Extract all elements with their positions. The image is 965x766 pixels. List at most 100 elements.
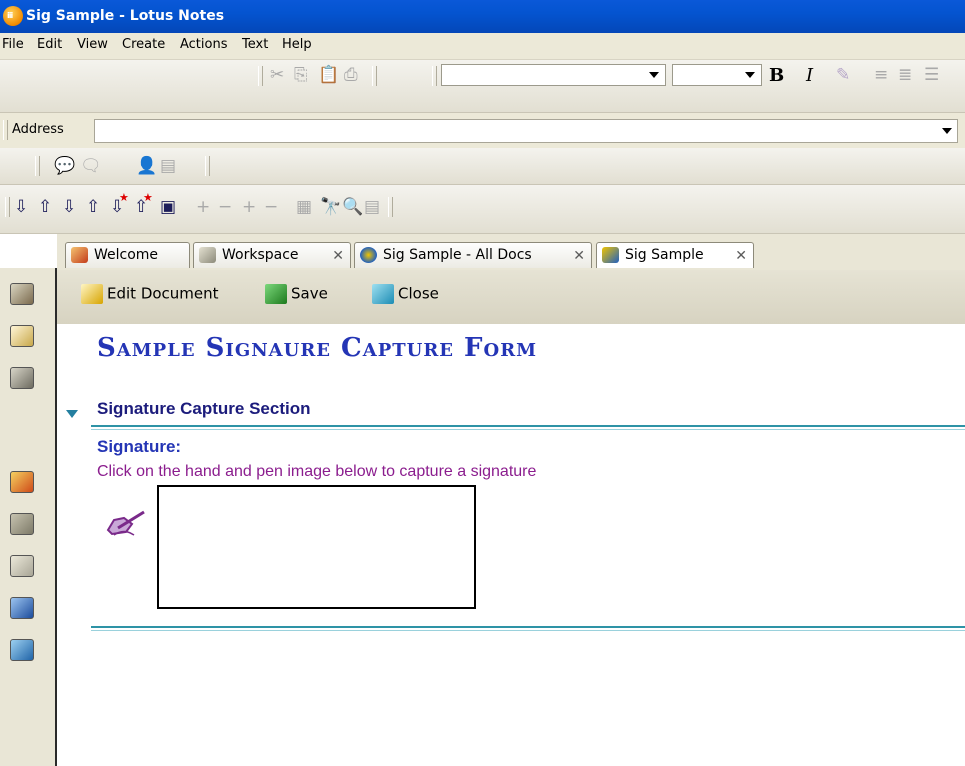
title-bar: iii Sig Sample - Lotus Notes <box>0 0 965 33</box>
paste-icon[interactable]: 📋 <box>318 65 339 85</box>
previous-main-icon[interactable]: ⇧ <box>38 197 52 217</box>
address-bar: Address <box>0 113 965 148</box>
close-button[interactable]: Close <box>372 284 439 304</box>
signature-capture-box[interactable] <box>157 485 476 609</box>
tab-welcome[interactable]: Welcome <box>65 242 190 268</box>
menu-file[interactable]: File <box>2 37 24 52</box>
close-book-icon <box>372 284 394 304</box>
comment-icon[interactable]: 💬 <box>54 156 75 176</box>
unread-star-icon: ★ <box>119 191 129 204</box>
section-title[interactable]: Signature Capture Section <box>97 399 310 419</box>
document-icon <box>602 247 619 263</box>
font-select[interactable] <box>441 64 666 86</box>
menu-actions[interactable]: Actions <box>180 37 228 52</box>
section-rule <box>91 425 965 427</box>
close-icon[interactable]: ✕ <box>332 244 344 268</box>
unread-star-icon: ★ <box>143 191 153 204</box>
bookmark-bar <box>0 268 57 766</box>
menu-help[interactable]: Help <box>282 37 312 52</box>
edit-icon <box>81 284 103 304</box>
edit-document-button[interactable]: Edit Document <box>81 284 219 304</box>
format-toolbar: ✂ ⎘ 📋 ⎙ B I ✎ ≡ ≣ ☰ <box>0 60 965 113</box>
align-left-icon[interactable]: ≡ <box>874 65 888 85</box>
toolbar-grip[interactable] <box>432 66 437 86</box>
tab-label: Sig Sample - All Docs <box>383 247 532 263</box>
address-input[interactable] <box>94 119 958 143</box>
parent-doc-icon[interactable]: ▣ <box>160 197 176 217</box>
signature-help-text: Click on the hand and pen image below to… <box>97 463 537 480</box>
bookmark-databases-icon[interactable] <box>8 364 38 392</box>
home-icon <box>71 247 88 263</box>
toolbar-grip[interactable] <box>205 156 210 176</box>
tab-sig-sample-all-docs[interactable]: Sig Sample - All Docs ✕ <box>354 242 592 268</box>
italic-button[interactable]: I <box>806 65 813 86</box>
save-icon <box>265 284 287 304</box>
section-end-rule <box>91 630 965 631</box>
section-rule <box>91 429 965 430</box>
tab-strip: Welcome Workspace ✕ Sig Sample - All Doc… <box>57 234 965 270</box>
copy-icon[interactable]: ⎘ <box>294 65 308 85</box>
menu-edit[interactable]: Edit <box>37 37 62 52</box>
search-icon[interactable]: 🔍 <box>342 197 363 217</box>
menu-create[interactable]: Create <box>122 37 165 52</box>
toolbar-grip[interactable] <box>3 120 8 140</box>
signature-label: Signature: <box>97 437 182 456</box>
bold-button[interactable]: B <box>769 65 784 86</box>
font-size-select[interactable] <box>672 64 762 86</box>
address-label: Address <box>12 122 64 137</box>
window-title: Sig Sample - Lotus Notes <box>26 8 225 24</box>
bookmark-replicator-icon[interactable] <box>8 594 38 622</box>
highlight-pen-icon[interactable]: ✎ <box>836 65 850 85</box>
next-icon[interactable]: ⇩ <box>62 197 76 217</box>
edit-document-label: Edit Document <box>107 284 219 303</box>
align-center-icon[interactable]: ≣ <box>898 65 912 85</box>
bookmark-internet-icon[interactable] <box>8 636 38 664</box>
expand-icon[interactable]: + <box>196 197 210 217</box>
chevron-down-icon[interactable] <box>942 128 952 134</box>
expand-all-icon[interactable]: + <box>242 197 256 217</box>
properties-icon[interactable]: ▤ <box>364 197 380 217</box>
toolbar-grip[interactable] <box>35 156 40 176</box>
chevron-down-icon <box>745 72 755 78</box>
menu-bar: File Edit View Create Actions Text Help <box>0 33 965 60</box>
section-end-rule <box>91 626 965 628</box>
paste-special-icon[interactable]: ⎙ <box>344 65 358 85</box>
action-bar: Edit Document Save Close <box>57 270 965 324</box>
binoculars-icon[interactable]: 🔭 <box>320 197 341 217</box>
next-main-icon[interactable]: ⇩ <box>14 197 28 217</box>
section-expand-icon[interactable] <box>66 410 78 418</box>
chevron-down-icon <box>649 72 659 78</box>
select-all-icon[interactable]: ▦ <box>296 197 312 217</box>
bookmark-folder-icon[interactable] <box>8 510 38 538</box>
previous-icon[interactable]: ⇧ <box>86 197 100 217</box>
tab-workspace[interactable]: Workspace ✕ <box>193 242 351 268</box>
toolbar-grip[interactable] <box>258 66 263 86</box>
bookmark-todo-icon[interactable] <box>8 322 38 350</box>
discussion-toolbar: 💬 🗨 👤 ▤ <box>0 148 965 185</box>
toolbar-grip[interactable] <box>388 197 393 217</box>
discussion-icon[interactable]: 🗨 <box>80 156 102 176</box>
person-icon[interactable]: 👤 <box>136 156 157 176</box>
toolbar-grip[interactable] <box>5 197 10 217</box>
document-icon[interactable]: ▤ <box>160 156 176 176</box>
cut-icon[interactable]: ✂ <box>270 65 284 85</box>
tab-sig-sample[interactable]: Sig Sample ✕ <box>596 242 754 268</box>
lotus-notes-logo-icon: iii <box>3 6 23 26</box>
collapse-icon[interactable]: − <box>218 197 232 217</box>
bullet-list-icon[interactable]: ☰ <box>924 65 939 85</box>
bookmark-favorites-icon[interactable] <box>8 468 38 496</box>
close-icon[interactable]: ✕ <box>735 244 747 268</box>
bookmark-folder-icon[interactable] <box>8 552 38 580</box>
form-title: Sample Signaure Capture Form <box>97 333 538 363</box>
tab-label: Workspace <box>222 247 299 263</box>
close-label: Close <box>398 284 439 303</box>
save-button[interactable]: Save <box>265 284 328 304</box>
bookmark-mail-icon[interactable] <box>8 280 38 308</box>
collapse-all-icon[interactable]: − <box>264 197 278 217</box>
menu-text[interactable]: Text <box>242 37 268 52</box>
navigation-toolbar: ⇩ ⇧ ⇩ ⇧ ⇩ ★ ⇧ ★ ▣ + − + − ▦ 🔭 🔍 ▤ <box>0 185 965 234</box>
menu-view[interactable]: View <box>77 37 108 52</box>
close-icon[interactable]: ✕ <box>573 244 585 268</box>
hand-pen-icon[interactable] <box>104 508 150 538</box>
toolbar-grip[interactable] <box>372 66 377 86</box>
